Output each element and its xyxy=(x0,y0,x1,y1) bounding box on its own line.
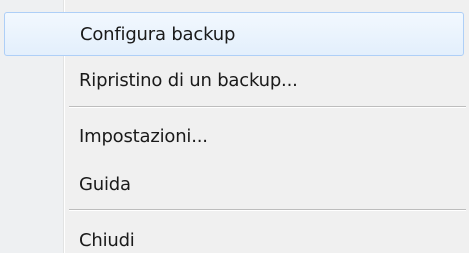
context-menu: Configura backup Ripristino di un backup… xyxy=(0,0,469,253)
menu-item-label: Impostazioni... xyxy=(79,125,208,147)
menu-item-help[interactable]: Guida xyxy=(0,162,466,206)
menu-item-label: Configura backup xyxy=(80,23,236,45)
menu-item-settings[interactable]: Impostazioni... xyxy=(0,114,466,158)
menu-separator xyxy=(69,209,466,211)
menu-item-restore-backup[interactable]: Ripristino di un backup... xyxy=(0,58,466,102)
menu-separator xyxy=(69,106,466,108)
menu-item-label: Ripristino di un backup... xyxy=(79,69,298,91)
menu-item-label: Guida xyxy=(79,173,131,195)
menu-item-close[interactable]: Chiudi xyxy=(0,218,466,253)
menu-item-configure-backup[interactable]: Configura backup xyxy=(4,12,464,56)
menu-item-label: Chiudi xyxy=(79,229,135,251)
